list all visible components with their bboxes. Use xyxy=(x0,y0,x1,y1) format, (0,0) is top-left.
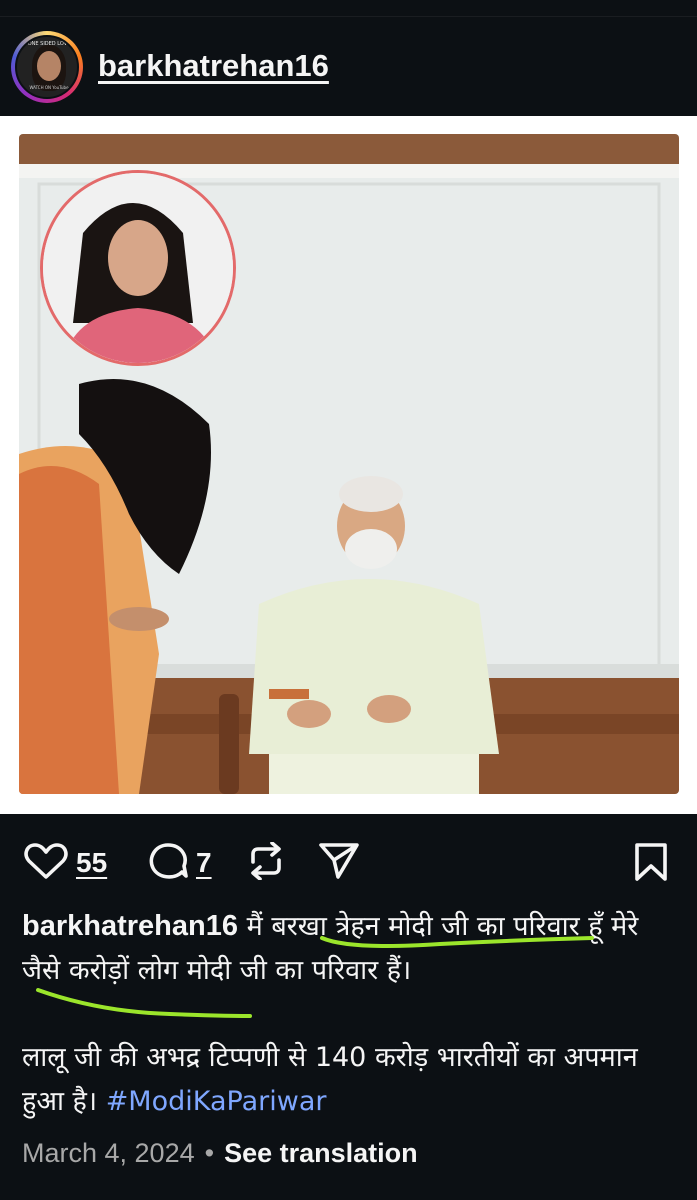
like-count[interactable]: 55 xyxy=(76,847,107,879)
see-translation-link[interactable]: See translation xyxy=(224,1138,418,1168)
repost-icon xyxy=(246,841,286,884)
meta-separator: • xyxy=(204,1138,215,1168)
repost-button[interactable] xyxy=(246,841,286,884)
post-date: March 4, 2024 xyxy=(22,1138,195,1168)
top-divider xyxy=(0,0,697,17)
like-button[interactable]: 55 xyxy=(24,842,107,884)
action-bar: 55 7 xyxy=(0,828,697,892)
avatar-brand-text: ONE SIDED LOVE xyxy=(27,41,71,47)
save-button[interactable] xyxy=(634,842,668,886)
post-caption-second: लालू जी की अभद्र टिप्पणी से 140 करोड़ भा… xyxy=(22,1036,682,1124)
comment-count[interactable]: 7 xyxy=(196,847,212,879)
comment-button[interactable]: 7 xyxy=(148,842,212,884)
avatar-footer-text: WATCH ON YouTube xyxy=(29,85,69,90)
post-meta: March 4, 2024 • See translation xyxy=(22,1138,418,1169)
post-caption: barkhatrehan16 मैं बरखा त्रेहन मोदी जी क… xyxy=(22,904,682,993)
post-username[interactable]: barkhatrehan16 xyxy=(98,48,329,84)
bookmark-icon xyxy=(634,842,668,886)
hashtag-link[interactable]: #ModiKaPariwar xyxy=(106,1086,327,1117)
inset-portrait-illustration xyxy=(43,173,233,363)
post-header: ONE SIDED LOVE WATCH ON YouTube barkhatr… xyxy=(0,22,697,114)
avatar[interactable]: ONE SIDED LOVE WATCH ON YouTube xyxy=(11,31,83,103)
inset-portrait xyxy=(40,170,236,366)
avatar-face-shape xyxy=(37,51,61,81)
share-button[interactable] xyxy=(318,842,360,884)
share-icon xyxy=(318,842,360,884)
caption-username[interactable]: barkhatrehan16 xyxy=(22,910,238,942)
comment-icon xyxy=(148,842,188,884)
heart-icon xyxy=(24,842,68,884)
avatar-image: ONE SIDED LOVE WATCH ON YouTube xyxy=(15,35,79,99)
